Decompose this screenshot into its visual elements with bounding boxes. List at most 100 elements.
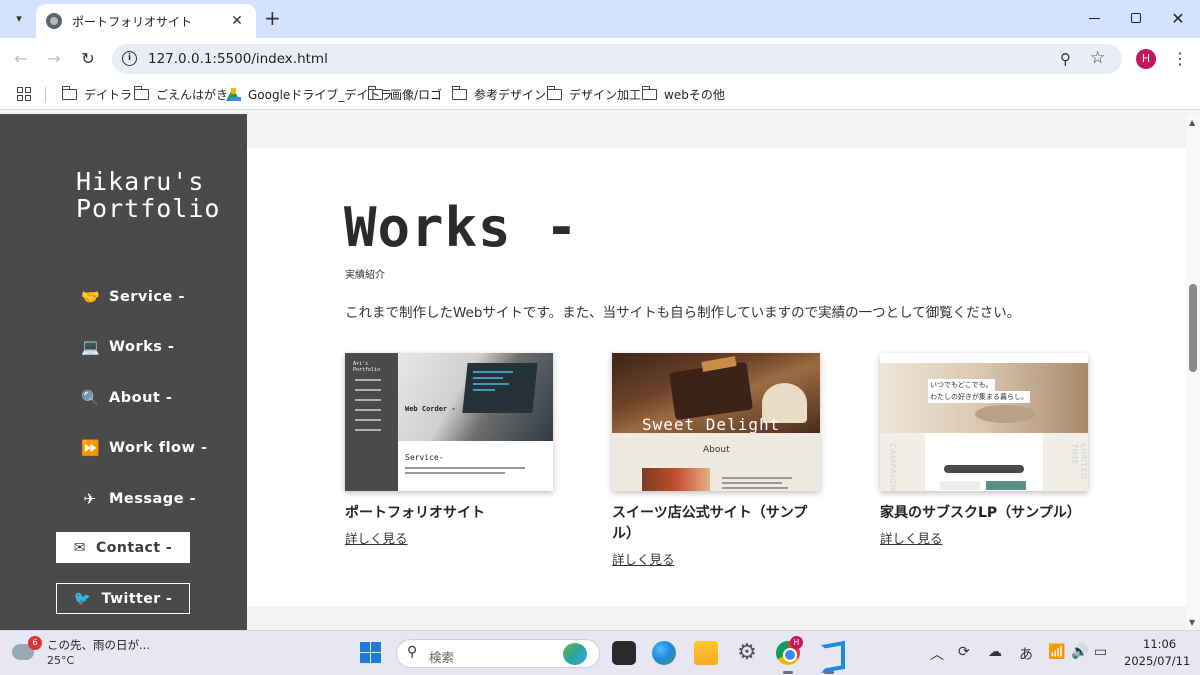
speaker-icon[interactable]: 🔊: [1071, 644, 1088, 660]
weather-forecast-text[interactable]: この先、雨の日が...: [47, 637, 150, 653]
running-app-indicator: [824, 671, 834, 674]
work-thumbnail-portfolio[interactable]: Ari's Portfolio Web Corder - Service-: [345, 353, 553, 491]
wifi-icon[interactable]: 📶: [1048, 644, 1065, 660]
works-section: Works - 実績紹介 これまで制作したWebサイトです。また、当サイトも自ら…: [247, 148, 1186, 606]
twitter-button[interactable]: 🐦 Twitter -: [56, 583, 190, 614]
window-minimize-button[interactable]: [1080, 6, 1108, 30]
windows-start-icon[interactable]: [360, 642, 381, 663]
folder-icon: [133, 86, 149, 100]
tab-search-menu-button[interactable]: ▾: [8, 7, 30, 29]
folder-icon: [641, 86, 657, 100]
window-restore-button[interactable]: [1122, 6, 1150, 30]
search-icon: ⚲: [407, 644, 418, 660]
back-button[interactable]: ←: [11, 49, 31, 69]
browser-tab-active[interactable]: ポートフォリオサイト ✕: [36, 4, 256, 38]
nav-label: Work flow -: [109, 440, 208, 456]
forward-button[interactable]: →: [44, 49, 64, 69]
bookmark-label: 参考デザイン: [474, 88, 547, 102]
folder-icon: [546, 86, 562, 100]
works-subheading: 実績紹介: [345, 270, 385, 281]
work-card-title: ポートフォリオサイト: [345, 505, 485, 521]
search-placeholder: 検索: [429, 650, 455, 665]
work-thumbnail-sweets[interactable]: Sweet Delight About: [612, 353, 820, 491]
work-card-title: 家具のサブスクLP（サンプル）: [880, 505, 1081, 521]
tab-close-button[interactable]: ✕: [228, 13, 246, 29]
settings-gear-icon[interactable]: ⚙: [735, 641, 759, 665]
works-description: これまで制作したWebサイトです。また、当サイトも自ら制作していますので実績の一…: [345, 305, 1021, 321]
sidebar: Hikaru's Portfolio 🤝 Service - 💻 Works - 🔍…: [0, 114, 247, 630]
sync-icon[interactable]: ⟳: [958, 644, 970, 660]
bookmark-folder[interactable]: 画像/ロゴ: [367, 86, 443, 103]
site-title[interactable]: Hikaru's Portfolio: [76, 168, 220, 222]
nav-label: Message -: [109, 491, 197, 507]
scroll-down-arrow-icon[interactable]: ▼: [1189, 618, 1195, 627]
bookmark-label: webその他: [664, 88, 725, 102]
bookmark-folder[interactable]: webその他: [641, 86, 725, 103]
battery-icon[interactable]: ▭: [1094, 644, 1107, 660]
edge-browser-icon[interactable]: [652, 641, 676, 665]
active-app-indicator: [783, 671, 793, 674]
clock-time[interactable]: 11:06: [1143, 637, 1176, 651]
nav-work-flow[interactable]: ⏩ Work flow -: [81, 439, 207, 457]
laptop-icon: 💻: [81, 338, 101, 356]
globe-icon: [46, 13, 62, 29]
browser-menu-icon[interactable]: ⋮: [1172, 49, 1188, 69]
scrollbar-thumb[interactable]: [1189, 284, 1197, 372]
work-detail-link[interactable]: 詳しく見る: [345, 528, 408, 547]
bookmarks-bar: デイトラ ごえんはがき Googleドライブ_デイトラ 画像/ロゴ 参考デザイン…: [0, 80, 1200, 110]
task-view-icon[interactable]: [612, 641, 636, 665]
bookmark-folder[interactable]: ごえんはがき: [133, 86, 229, 103]
nav-message[interactable]: ✈ Message -: [81, 490, 196, 508]
works-heading: Works -: [344, 196, 579, 259]
nav-about[interactable]: 🔍 About -: [81, 389, 172, 407]
nav-label: Service -: [109, 289, 185, 305]
work-card: Ari's Portfolio Web Corder - Service- ポート…: [345, 353, 553, 547]
weather-badge: 6: [28, 636, 42, 650]
page-scrollbar[interactable]: ▲ ▼: [1186, 114, 1200, 630]
nav-service[interactable]: 🤝 Service -: [81, 288, 185, 306]
new-tab-button[interactable]: +: [264, 8, 281, 28]
work-detail-link[interactable]: 詳しく見る: [612, 549, 675, 568]
nav-works[interactable]: 💻 Works -: [81, 338, 174, 356]
handshake-icon: 🤝: [81, 288, 101, 306]
file-explorer-icon[interactable]: [694, 641, 718, 665]
apps-grid-icon[interactable]: [17, 87, 31, 101]
bookmark-folder[interactable]: デザイン加工: [546, 86, 641, 103]
browser-toolbar: ← → ↻ i 127.0.0.1:5500/index.html ⚲ ☆ H …: [0, 38, 1200, 80]
work-card: いつでもどこでも。 わたしの好きが集まる暮らし。 CAMPAIGN LIMITE…: [880, 353, 1088, 547]
window-close-button[interactable]: ✕: [1164, 6, 1192, 30]
bookmark-label: 画像/ロゴ: [390, 88, 443, 102]
search-icon: 🔍: [81, 389, 101, 407]
site-info-icon[interactable]: i: [122, 51, 137, 66]
page-viewport: Hikaru's Portfolio 🤝 Service - 💻 Works - 🔍…: [0, 114, 1200, 630]
ime-indicator[interactable]: あ: [1019, 644, 1033, 664]
paper-plane-icon: ✈: [83, 490, 97, 508]
work-card-title: スイーツ店公式サイト（サンプル）: [612, 505, 808, 542]
fast-forward-icon: ⏩: [81, 439, 101, 457]
work-detail-link[interactable]: 詳しく見る: [880, 528, 943, 547]
contact-button[interactable]: ✉ Contact -: [56, 532, 190, 563]
address-bar[interactable]: i 127.0.0.1:5500/index.html ⚲ ☆: [112, 44, 1122, 74]
reload-button[interactable]: ↻: [78, 49, 98, 69]
url-text[interactable]: 127.0.0.1:5500/index.html: [148, 51, 328, 67]
bookmark-star-icon[interactable]: ☆: [1090, 48, 1105, 68]
chrome-profile-badge: H: [790, 636, 803, 649]
folder-icon: [367, 86, 383, 100]
bookmark-label: ごえんはがき: [156, 88, 229, 102]
nav-label: Works -: [109, 339, 175, 355]
scroll-up-arrow-icon[interactable]: ▲: [1189, 118, 1195, 127]
bookmark-folder[interactable]: 参考デザイン: [451, 86, 547, 103]
bookmark-folder[interactable]: デイトラ: [61, 86, 132, 103]
onedrive-cloud-icon[interactable]: ☁: [988, 644, 1002, 660]
contact-label: Contact -: [96, 539, 173, 556]
vscode-icon[interactable]: [817, 641, 841, 665]
clock-date[interactable]: 2025/07/11: [1124, 654, 1190, 668]
zoom-icon[interactable]: ⚲: [1060, 50, 1071, 68]
work-thumbnail-furniture[interactable]: いつでもどこでも。 わたしの好きが集まる暮らし。 CAMPAIGN LIMITE…: [880, 353, 1088, 491]
tab-title: ポートフォリオサイト: [72, 14, 193, 29]
nav-label: About -: [109, 390, 173, 406]
profile-avatar[interactable]: H: [1136, 49, 1156, 69]
show-hidden-icons-chevron-icon[interactable]: ︿: [930, 644, 944, 664]
browser-tab-strip: ▾ ポートフォリオサイト ✕ + ✕: [0, 0, 1200, 38]
taskbar-search-box[interactable]: ⚲ 検索: [396, 639, 600, 668]
